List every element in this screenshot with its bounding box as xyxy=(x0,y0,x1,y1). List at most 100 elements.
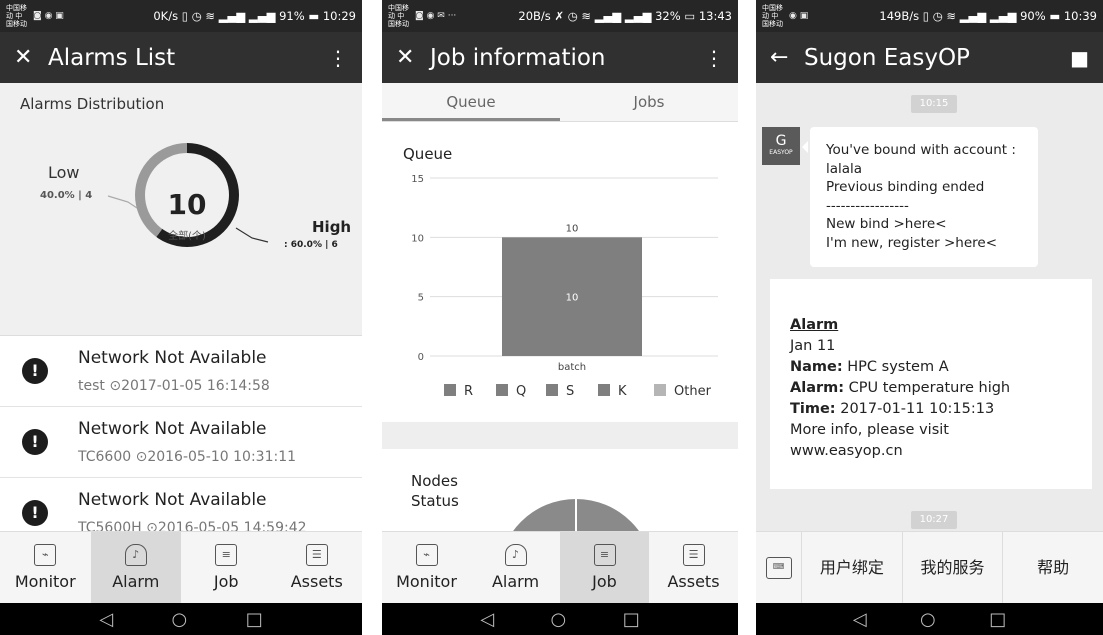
y-tick-label: 15 xyxy=(411,174,424,185)
assets-icon: ☰ xyxy=(682,544,705,566)
legend-label: S xyxy=(566,384,574,399)
back-icon[interactable]: ◁ xyxy=(853,609,867,630)
network-speed: 149B/s xyxy=(879,9,920,23)
tab-jobs[interactable]: Jobs xyxy=(560,83,738,121)
y-tick-label: 5 xyxy=(418,293,424,304)
alarm-list: ! Network Not Available test ⊙2017-01-05… xyxy=(0,335,362,531)
y-tick-label: 10 xyxy=(411,233,424,244)
tab-job[interactable]: ≡ Job xyxy=(560,532,649,603)
back-icon[interactable]: ◁ xyxy=(480,609,494,630)
message-line: ----------------- xyxy=(826,197,909,214)
card-date: Jan 11 xyxy=(790,338,836,354)
tab-assets[interactable]: ☰ Assets xyxy=(649,532,738,603)
battery-icon: ▬ xyxy=(1049,9,1064,23)
alarm-item[interactable]: ! Network Not Available TC5600H ⊙2016-05… xyxy=(0,478,362,531)
keyboard-toggle[interactable]: ⌨ xyxy=(756,531,802,604)
register-link[interactable]: I'm new, register >here< xyxy=(826,234,1022,253)
chat-menu-bar: ⌨ 用户绑定 我的服务 帮助 xyxy=(756,531,1103,604)
low-label: Low xyxy=(48,163,80,182)
alert-icon: ! xyxy=(22,429,48,455)
tab-label: Assets xyxy=(667,572,720,591)
bell-icon: ♪ xyxy=(504,544,527,566)
tab-queue[interactable]: Queue xyxy=(382,83,560,121)
time-value: 2017-01-11 10:15:13 xyxy=(835,401,995,417)
home-icon[interactable]: ○ xyxy=(920,609,936,630)
alarm-total: 10 xyxy=(167,188,207,221)
profile-icon[interactable]: ■ xyxy=(1070,46,1089,70)
alarm-item[interactable]: ! Network Not Available TC6600 ⊙2016-05-… xyxy=(0,407,362,478)
signal-icon: ✗ ◷ ≋ ▂▄▆ ▂▄▆ xyxy=(554,9,656,23)
name-value: HPC system A xyxy=(842,359,949,375)
status-bar: 中国移动 中国移动 ◙ ◉ ✉ ··· 20B/s ✗ ◷ ≋ ▂▄▆ ▂▄▆ … xyxy=(382,0,738,32)
tab-assets[interactable]: ☰ Assets xyxy=(272,532,363,603)
new-bind-link[interactable]: New bind >here< xyxy=(826,215,1022,234)
notification-icons: ◉ ▣ xyxy=(789,11,809,21)
menu-my-service[interactable]: 我的服务 xyxy=(903,531,1004,604)
section-divider xyxy=(382,422,738,449)
page-title: Sugon EasyOP xyxy=(804,44,970,71)
timestamp: 10:27 xyxy=(911,511,957,529)
alarm-total-unit: 全部(个) xyxy=(168,231,206,242)
tab-label: Assets xyxy=(290,572,343,591)
recents-icon[interactable]: □ xyxy=(623,609,640,630)
status-bar: 中国移动 中国移动 ◉ ▣ 149B/s ▯ ◷ ≋ ▂▄▆ ▂▄▆ 90% ▬… xyxy=(756,0,1103,32)
menu-user-binding[interactable]: 用户绑定 xyxy=(802,531,903,604)
message-line: Previous binding ended xyxy=(826,179,985,195)
nodes-status-title: Nodes Status xyxy=(411,472,459,510)
website-link[interactable]: www.easyop.cn xyxy=(790,441,1072,462)
assets-icon: ☰ xyxy=(305,544,328,566)
back-arrow-icon[interactable]: ← xyxy=(770,45,804,70)
app-bar: ← Sugon EasyOP ■ xyxy=(756,32,1103,83)
legend-swatch xyxy=(546,384,558,396)
tab-monitor[interactable]: ⌁ Monitor xyxy=(382,532,471,603)
timestamp: 10:15 xyxy=(911,95,957,113)
carrier-label: 中国移动 中国移动 xyxy=(762,4,783,28)
tab-label: Monitor xyxy=(14,572,76,591)
x-tick-label: batch xyxy=(558,362,586,373)
tab-monitor[interactable]: ⌁ Monitor xyxy=(0,532,91,603)
data-label: 10 xyxy=(566,223,579,234)
high-leader-line xyxy=(235,227,269,243)
menu-help[interactable]: 帮助 xyxy=(1003,532,1103,604)
alarm-value: CPU temperature high xyxy=(844,380,1011,396)
app-bar: ✕ Job information ⋮ xyxy=(382,32,738,83)
more-menu-icon[interactable]: ⋮ xyxy=(704,46,724,70)
signal-icon: ▯ ◷ ≋ ▂▄▆ ▂▄▆ xyxy=(922,9,1021,23)
alarm-name: Network Not Available xyxy=(78,419,267,439)
message-bubble: You've bound with account : lalala Previ… xyxy=(802,127,1038,267)
tab-label: Alarm xyxy=(112,572,160,591)
card-heading: Alarm xyxy=(790,317,839,333)
home-icon[interactable]: ○ xyxy=(551,609,567,630)
bottom-tab-bar: ⌁ Monitor ♪ Alarm ≡ Job ☰ Assets xyxy=(0,531,362,603)
battery-icon: ▭ xyxy=(684,9,699,23)
carrier-label: 中国移动 中国移动 xyxy=(388,4,409,28)
home-icon[interactable]: ○ xyxy=(172,609,188,630)
recents-icon[interactable]: □ xyxy=(246,609,263,630)
notification-icons: ◙ ◉ ✉ ··· xyxy=(415,11,457,21)
tab-alarm[interactable]: ♪ Alarm xyxy=(90,532,181,603)
alarm-item[interactable]: ! Network Not Available test ⊙2017-01-05… xyxy=(0,336,362,407)
recents-icon[interactable]: □ xyxy=(989,609,1006,630)
data-label: 10 xyxy=(566,293,579,304)
alarm-meta: test ⊙2017-01-05 16:14:58 xyxy=(78,378,270,394)
system-nav-bar: ◁ ○ □ xyxy=(0,603,362,635)
high-value: : 60.0% | 6 xyxy=(284,240,338,250)
tab-alarm[interactable]: ♪ Alarm xyxy=(471,532,560,603)
alarm-meta: TC5600H ⊙2016-05-05 14:59:42 xyxy=(78,520,307,531)
tab-label: Alarm xyxy=(491,572,540,591)
more-info-text: More info, please visit xyxy=(790,422,949,438)
alarm-card[interactable]: Alarm Jan 11 Name: HPC system A Alarm: C… xyxy=(770,279,1092,489)
tab-job[interactable]: ≡ Job xyxy=(181,532,272,603)
back-icon[interactable]: ◁ xyxy=(99,609,113,630)
legend-swatch xyxy=(654,384,666,396)
top-tabs: Queue Jobs xyxy=(382,83,738,122)
system-nav-bar: ◁ ○ □ xyxy=(756,603,1103,635)
tab-label: Job xyxy=(213,572,239,591)
time-label: Time: xyxy=(790,401,836,417)
page-title: Job information xyxy=(430,44,606,71)
legend-label: Other xyxy=(674,384,712,399)
alarm-name: Network Not Available xyxy=(78,490,267,510)
logo-icon: G xyxy=(775,133,787,149)
close-icon[interactable]: ✕ xyxy=(396,45,430,70)
name-label: Name: xyxy=(790,359,843,375)
